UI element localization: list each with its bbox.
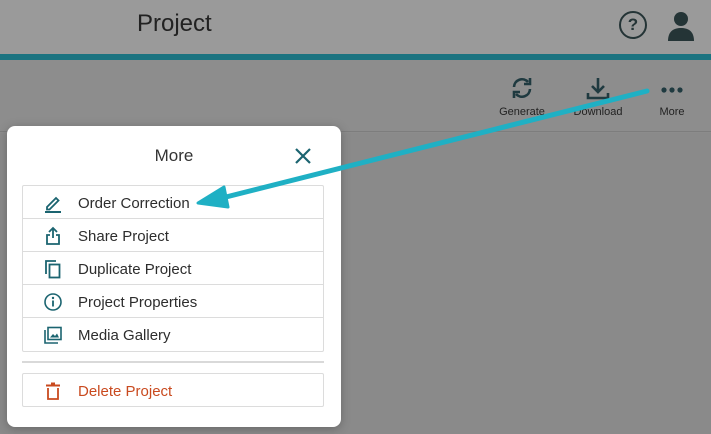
page-title: Project bbox=[137, 10, 212, 37]
more-label: More bbox=[659, 106, 685, 118]
delete-project-item[interactable]: Delete Project bbox=[22, 373, 324, 407]
app-header: Project ? bbox=[0, 0, 711, 54]
media-gallery-label: Media Gallery bbox=[78, 327, 171, 344]
more-button[interactable]: More bbox=[640, 76, 704, 118]
menu-separator bbox=[22, 361, 324, 363]
order-correction-item[interactable]: Order Correction bbox=[23, 186, 323, 219]
duplicate-project-item[interactable]: Duplicate Project bbox=[23, 252, 323, 285]
generate-button[interactable]: Generate bbox=[490, 76, 554, 118]
duplicate-project-label: Duplicate Project bbox=[78, 261, 192, 278]
project-properties-label: Project Properties bbox=[78, 294, 198, 311]
media-gallery-item[interactable]: Media Gallery bbox=[23, 318, 323, 351]
refresh-icon bbox=[512, 78, 532, 98]
info-icon bbox=[43, 292, 63, 312]
modal-title: More bbox=[154, 146, 194, 165]
order-correction-label: Order Correction bbox=[78, 195, 190, 212]
pencil-icon bbox=[43, 193, 63, 213]
share-project-label: Share Project bbox=[78, 228, 169, 245]
question-circle-icon[interactable]: ? bbox=[619, 11, 647, 39]
share-project-item[interactable]: Share Project bbox=[23, 219, 323, 252]
project-properties-item[interactable]: Project Properties bbox=[23, 285, 323, 318]
share-icon bbox=[43, 226, 63, 246]
user-icon[interactable] bbox=[665, 10, 697, 42]
more-dots-icon bbox=[661, 87, 683, 93]
close-icon[interactable] bbox=[293, 146, 313, 166]
delete-project-label: Delete Project bbox=[78, 383, 173, 400]
image-gallery-icon bbox=[43, 325, 63, 345]
download-label: Download bbox=[573, 106, 623, 118]
copy-icon bbox=[43, 259, 63, 279]
trash-icon bbox=[43, 381, 63, 401]
more-modal: More Order Correction Share Project Dupl… bbox=[7, 126, 341, 427]
menu-group: Order Correction Share Project Duplicate… bbox=[22, 185, 324, 352]
toolbar: Generate Download More bbox=[0, 60, 711, 132]
generate-label: Generate bbox=[499, 106, 545, 118]
download-icon bbox=[586, 78, 610, 100]
download-button[interactable]: Download bbox=[566, 76, 630, 118]
